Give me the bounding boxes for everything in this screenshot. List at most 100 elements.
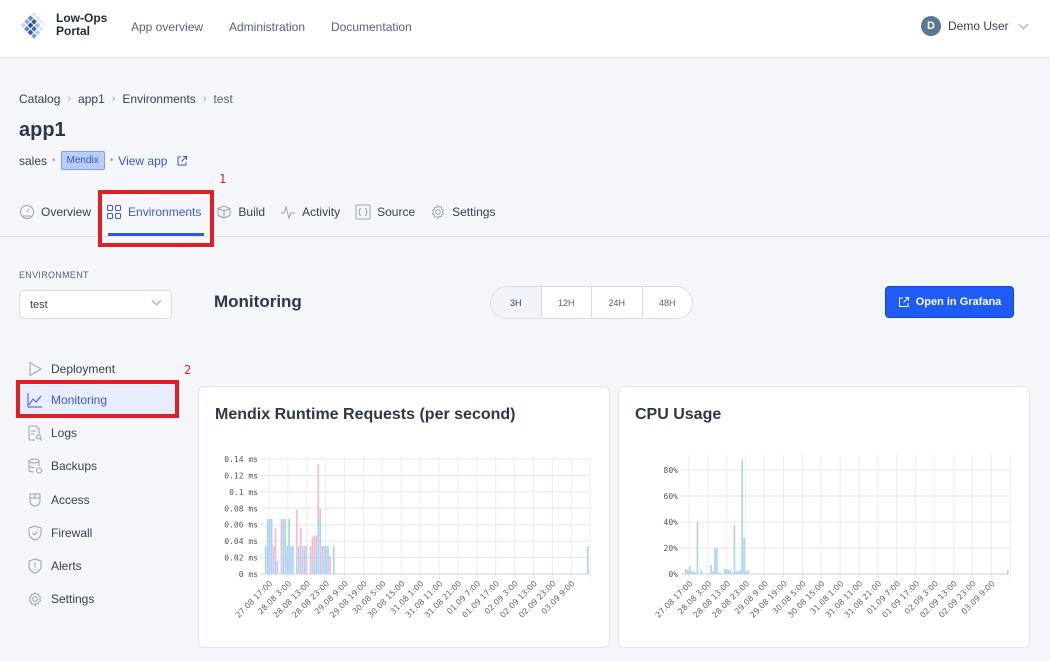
bar xyxy=(745,571,747,574)
bar xyxy=(747,570,749,574)
y-tick-label: 0.02 ms xyxy=(224,554,258,563)
bar xyxy=(292,546,294,574)
logo-text[interactable]: Low-Ops Portal xyxy=(56,12,107,38)
team-label: sales xyxy=(19,153,48,168)
tab-activity[interactable]: Activity xyxy=(280,200,340,224)
bar xyxy=(309,546,312,574)
bar xyxy=(714,548,716,574)
bar xyxy=(696,522,699,574)
bar xyxy=(686,570,689,574)
bar xyxy=(733,524,736,574)
sidebar-item-backups[interactable]: Backups xyxy=(19,451,177,481)
section-title: Monitoring xyxy=(214,292,302,311)
environment-select[interactable]: test xyxy=(19,290,172,319)
bar xyxy=(313,535,316,565)
bar xyxy=(729,570,732,574)
chevron-right-icon: › xyxy=(202,93,207,105)
separator-dot: • xyxy=(52,155,56,166)
bar xyxy=(710,564,712,574)
user-menu[interactable]: D Demo User xyxy=(921,16,1029,36)
bar xyxy=(286,546,288,574)
sidebar-item-alerts[interactable]: Alerts xyxy=(19,551,177,581)
annotation-highlight-box xyxy=(16,380,179,418)
breadcrumb-app[interactable]: app1 xyxy=(78,92,105,106)
bar xyxy=(321,546,323,574)
nav-administration[interactable]: Administration xyxy=(229,20,305,34)
bar xyxy=(716,548,718,574)
bar xyxy=(1007,570,1009,574)
view-app-label: View app xyxy=(118,153,168,168)
tab-build[interactable]: Build xyxy=(216,200,265,224)
sidebar-item-logs[interactable]: Logs xyxy=(19,418,177,448)
gear-icon xyxy=(431,204,445,220)
bar xyxy=(305,546,308,574)
y-tick-label: 0.14 ms xyxy=(224,455,258,464)
bar xyxy=(265,546,267,574)
sidebar-item-label: Settings xyxy=(51,592,95,606)
bar xyxy=(712,571,714,574)
bar xyxy=(296,509,298,565)
bar xyxy=(276,560,279,574)
bar xyxy=(718,572,720,574)
play-icon xyxy=(29,361,42,377)
sidebar-item-access[interactable]: Access xyxy=(19,485,177,515)
range-48h-button[interactable]: 48H xyxy=(643,287,693,318)
sidebar-item-firewall[interactable]: Firewall xyxy=(19,518,177,548)
database-backup-icon xyxy=(28,458,42,474)
cpu-chart-card: CPU Usage 0% 20% 40% 60% 80% 27.08 17:00 28.08… xyxy=(618,386,1030,648)
bar xyxy=(587,546,589,574)
logo-icon[interactable] xyxy=(19,10,49,42)
tab-label: Activity xyxy=(302,205,341,219)
y-tick-label: 80% xyxy=(664,466,679,475)
requests-chart-card: Mendix Runtime Requests (per second) 0 m… xyxy=(198,386,610,648)
y-tick-label: 0.12 ms xyxy=(224,471,258,480)
tab-overview[interactable]: Overview xyxy=(19,200,91,224)
bar xyxy=(272,546,275,574)
activity-pulse-icon xyxy=(281,205,296,220)
range-12h-button[interactable]: 12H xyxy=(542,287,592,318)
access-mouse-icon xyxy=(29,493,41,507)
sidebar-item-label: Deployment xyxy=(51,362,116,376)
bar xyxy=(685,568,687,574)
nav-documentation[interactable]: Documentation xyxy=(331,20,412,34)
breadcrumb-catalog[interactable]: Catalog xyxy=(19,92,60,106)
nav-app-overview[interactable]: App overview xyxy=(131,20,203,34)
annotation-marker: 1 xyxy=(219,172,227,186)
box-icon xyxy=(217,205,231,219)
bar xyxy=(319,509,322,519)
external-link-icon xyxy=(898,297,909,307)
avatar: D xyxy=(921,16,941,36)
bar xyxy=(290,546,292,574)
bar xyxy=(325,546,327,574)
external-link-icon[interactable] xyxy=(176,155,188,167)
bar xyxy=(739,570,742,574)
bar xyxy=(743,537,745,574)
bar xyxy=(268,518,271,574)
sidebar-item-label: Access xyxy=(51,493,90,507)
breadcrumb-environments[interactable]: Environments xyxy=(122,92,195,106)
view-app-link[interactable]: View app xyxy=(118,154,167,168)
range-24h-button[interactable]: 24H xyxy=(592,287,643,318)
environment-label: ENVIRONMENT xyxy=(19,270,89,280)
tab-source[interactable]: Source xyxy=(355,200,415,224)
bar xyxy=(313,564,316,574)
sidebar-item-label: Firewall xyxy=(51,526,93,540)
shield-check-icon xyxy=(28,525,42,541)
requests-chart: 0 ms 0.02 ms 0.04 ms 0.06 ms 0.08 ms 0.1 ms 0.… xyxy=(224,455,591,620)
sidebar-item-label: Backups xyxy=(51,459,98,473)
top-navigation-bar: Low-Ops Portal App overview Administrati… xyxy=(0,0,1050,58)
bar xyxy=(303,546,306,574)
open-in-grafana-button[interactable]: Open in Grafana xyxy=(885,286,1014,318)
tab-settings[interactable]: Settings xyxy=(430,200,495,224)
bar xyxy=(270,518,273,574)
tab-label: Settings xyxy=(452,205,496,219)
y-tick-label: 20% xyxy=(664,544,679,553)
y-tick-label: 0 ms xyxy=(239,570,258,579)
range-3h-button[interactable]: 3H xyxy=(491,287,542,318)
y-tick-label: 0.04 ms xyxy=(224,537,258,546)
sidebar-item-label: Alerts xyxy=(51,559,82,573)
bar xyxy=(727,570,730,574)
sidebar-item-settings[interactable]: Settings xyxy=(19,584,177,614)
chevron-down-icon xyxy=(1018,19,1029,29)
grafana-button-label: Open in Grafana xyxy=(915,296,1002,308)
